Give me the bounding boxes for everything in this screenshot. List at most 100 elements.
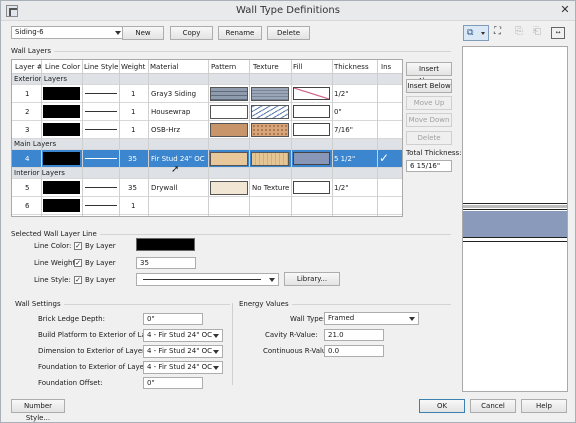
table-row[interactable]: 2 1 Housewrap 0"	[12, 103, 402, 121]
column-divider	[41, 60, 42, 216]
texture-swatch[interactable]	[251, 123, 289, 137]
paste-view-icon[interactable]: ⎗	[533, 26, 541, 37]
layer-material: OSB-Hrz	[151, 126, 181, 134]
line-color-swatch[interactable]	[43, 181, 80, 194]
wall-type-value: Siding-6	[15, 28, 44, 36]
build-platform-select[interactable]: 4 - Fir Stud 24" OC	[143, 329, 223, 342]
layer-num: 4	[25, 155, 30, 163]
fill-swatch[interactable]	[293, 181, 330, 194]
wall-type-select[interactable]: Siding-6	[11, 26, 125, 39]
line-color-bylayer-checkbox[interactable]: ✓	[74, 242, 82, 250]
new-button[interactable]: New	[122, 26, 164, 40]
move-up-button[interactable]: Move Up	[406, 96, 452, 110]
texture-swatch[interactable]	[251, 152, 289, 166]
section-main: Main Layers	[12, 139, 402, 150]
table-row[interactable]: 6 1	[12, 197, 402, 215]
layer-material: Fir Stud 24" OC	[151, 155, 205, 163]
fill-swatch[interactable]	[293, 105, 330, 118]
insert-below-button[interactable]: Insert Below	[406, 79, 452, 93]
header-ins: Ins	[381, 63, 392, 71]
chevron-down-icon	[409, 317, 415, 321]
line-color-swatch[interactable]	[43, 105, 80, 118]
pattern-swatch[interactable]	[210, 123, 248, 137]
insert-above-button[interactable]: Insert Above	[406, 62, 452, 85]
continuous-r-value-label: Continuous R-Value:	[263, 347, 334, 355]
energy-wall-type-select[interactable]: Framed	[324, 312, 419, 325]
insulation-check-icon[interactable]: ✓	[379, 151, 389, 165]
library-button[interactable]: Library...	[284, 272, 340, 286]
pattern-swatch[interactable]	[210, 87, 248, 101]
texture-swatch[interactable]	[251, 105, 289, 119]
wall-view-dropdown[interactable]: ⧉	[463, 25, 489, 41]
delete-button[interactable]: Delete	[267, 26, 310, 40]
line-style-bylayer-checkbox[interactable]: ✓	[74, 276, 82, 284]
layer-num: 1	[25, 90, 30, 98]
table-row-selected[interactable]: 4 35 Fir Stud 24" OC 5 1/2" ✓	[12, 150, 402, 168]
line-color-swatch[interactable]	[43, 199, 80, 212]
foundation-select[interactable]: 4 - Fir Stud 24" OC	[143, 361, 223, 374]
wall-layers-table[interactable]: Layer # Line Color Line Style Weight Mat…	[11, 59, 403, 217]
header-material: Material	[150, 63, 179, 71]
dimension-label: Dimension to Exterior of Layer:	[38, 347, 148, 355]
line-style-select[interactable]	[136, 273, 279, 286]
line-style-sample	[85, 111, 117, 112]
table-row[interactable]: 1 1 Gray3 Siding 1/2"	[12, 85, 402, 103]
line-color-bylayer-label: By Layer	[85, 242, 116, 250]
layer-material: Gray3 Siding	[151, 90, 197, 98]
line-color-swatch[interactable]	[43, 152, 80, 165]
layer-thickness: 5 1/2"	[334, 155, 356, 163]
close-icon[interactable]: ✕	[559, 4, 571, 16]
line-weight-bylayer-checkbox[interactable]: ✓	[74, 259, 82, 267]
line-style-label: Line Style:	[34, 276, 71, 284]
pattern-swatch[interactable]	[210, 105, 248, 119]
line-color-swatch[interactable]	[136, 238, 195, 251]
chevron-down-icon	[213, 366, 219, 370]
preview-main-layer	[463, 211, 567, 237]
cavity-r-value-field[interactable]: 21.0	[324, 329, 384, 341]
fill-swatch[interactable]	[293, 123, 330, 136]
energy-wall-type-label: Wall Type:	[290, 315, 326, 323]
foundation-offset-field[interactable]: 0"	[143, 377, 203, 389]
dialog-window: Wall Type Definitions ✕ Siding-6 New Cop…	[0, 0, 576, 423]
continuous-r-value-field[interactable]: 0.0	[324, 345, 384, 357]
layer-weight: 1	[131, 126, 136, 134]
fill-swatch[interactable]	[293, 87, 330, 100]
column-divider	[208, 60, 209, 216]
dimension-icon[interactable]: ↔	[551, 27, 565, 39]
copy-view-icon[interactable]: ⎘	[515, 26, 523, 37]
side-delete-button[interactable]: Delete	[406, 131, 452, 145]
line-color-swatch[interactable]	[43, 87, 80, 100]
move-down-button[interactable]: Move Down	[406, 113, 452, 127]
ok-button[interactable]: OK	[419, 399, 465, 413]
number-style-button[interactable]: Number Style...	[11, 399, 65, 422]
table-row[interactable]: 3 1 OSB-Hrz 7/16"	[12, 121, 402, 139]
layer-weight: 1	[131, 90, 136, 98]
cancel-button[interactable]: Cancel	[470, 399, 516, 413]
copy-button[interactable]: Copy	[170, 26, 213, 40]
window-title: Wall Type Definitions	[236, 5, 340, 16]
line-weight-field[interactable]: 35	[136, 257, 196, 269]
wall-settings-label: Wall Settings	[15, 300, 64, 308]
column-divider	[291, 60, 292, 216]
wall-preview[interactable]	[462, 46, 568, 392]
pattern-swatch[interactable]	[210, 181, 248, 195]
line-color-label: Line Color:	[34, 242, 72, 250]
preview-line	[463, 203, 567, 204]
pattern-swatch[interactable]	[210, 152, 248, 166]
rename-button[interactable]: Rename	[218, 26, 262, 40]
dimension-select[interactable]: 4 - Fir Stud 24" OC	[143, 345, 223, 358]
total-thickness-field: 6 15/16"	[406, 160, 452, 172]
total-thickness-label: Total Thickness:	[406, 149, 462, 157]
line-style-sample	[85, 187, 117, 188]
brick-ledge-field[interactable]: 0"	[143, 313, 203, 325]
table-row[interactable]: 5 35 Drywall No Texture 1/2"	[12, 179, 402, 197]
fill-swatch[interactable]	[293, 152, 330, 165]
preview-layer	[463, 205, 567, 208]
line-style-bylayer-label: By Layer	[85, 276, 116, 284]
layer-weight: 1	[131, 202, 136, 210]
chevron-down-icon	[213, 350, 219, 354]
fill-window-icon[interactable]: ⛶	[494, 26, 501, 37]
line-color-swatch[interactable]	[43, 123, 80, 136]
texture-swatch[interactable]	[251, 87, 289, 101]
help-button[interactable]: Help	[521, 399, 567, 413]
